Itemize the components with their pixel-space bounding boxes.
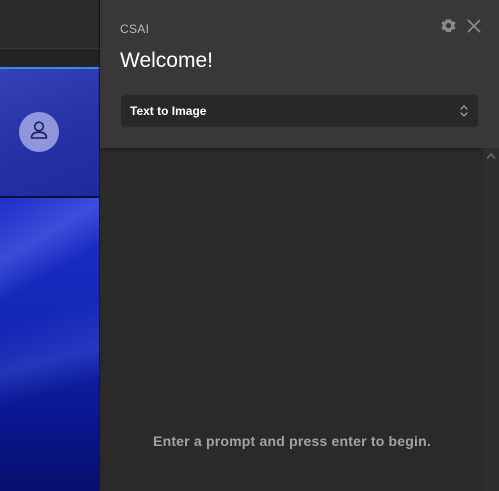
screen: CSAI Welcome! Text to Image Enter a prom… (0, 0, 499, 491)
chat-scrollbar[interactable] (483, 148, 499, 491)
avatar[interactable] (19, 112, 59, 152)
welcome-heading: Welcome! (120, 49, 213, 72)
panel-header: CSAI Welcome! Text to Image (100, 0, 499, 148)
background-wallpaper (0, 198, 99, 491)
chevron-up-down-icon (459, 104, 469, 118)
settings-button[interactable] (440, 18, 456, 38)
mode-select[interactable]: Text to Image (121, 95, 478, 127)
app-name: CSAI (120, 22, 150, 36)
mode-select-value: Text to Image (130, 104, 207, 118)
close-icon (467, 19, 481, 38)
gear-icon (440, 18, 456, 38)
background-app (0, 0, 99, 491)
chevron-up-icon (486, 147, 496, 165)
close-button[interactable] (466, 19, 482, 38)
user-icon (28, 119, 50, 146)
scroll-up-button[interactable] (486, 152, 496, 160)
assistant-panel: CSAI Welcome! Text to Image Enter a prom… (99, 0, 499, 491)
empty-state-hint: Enter a prompt and press enter to begin. (153, 433, 431, 449)
background-topbar (0, 0, 99, 49)
header-actions (440, 18, 482, 38)
